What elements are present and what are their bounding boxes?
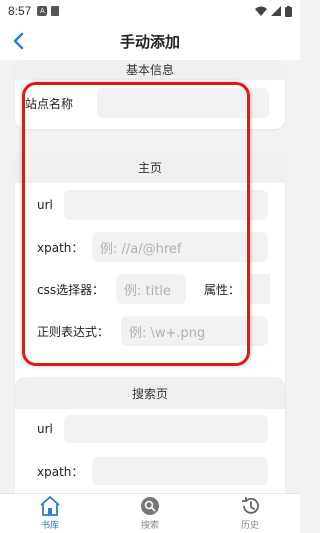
home-xpath-label: xpath： (37, 240, 84, 255)
search-page-header: 搜索页 (15, 377, 285, 409)
home-url-label: url (37, 198, 53, 212)
home-css-label: css选择器： (37, 282, 105, 297)
home-regex-placeholder: 例: \w+.png (129, 325, 206, 341)
nav-item-library[interactable]: 书库 (0, 494, 100, 533)
sim-card-icon (51, 6, 60, 16)
nav-label-search: 搜索 (140, 521, 159, 531)
site-name-label: 站点名称 (25, 96, 74, 111)
status-time: 8:57 (8, 4, 32, 18)
signal-icon (271, 6, 281, 16)
home-regex-input[interactable]: 例: \w+.png (121, 316, 268, 346)
wifi-icon (255, 6, 267, 16)
home-xpath-placeholder: 例: //a/@href (100, 241, 182, 257)
nav-label-library: 书库 (40, 521, 59, 531)
home-regex-label: 正则表达式： (37, 324, 110, 339)
home-icon (40, 496, 60, 516)
search-icon (141, 497, 159, 515)
basic-info-header: 基本信息 (15, 60, 285, 80)
form-content[interactable]: 基本信息 站点名称 主页 url xpath： 例: //a/@href css… (0, 60, 300, 493)
nav-item-search[interactable]: 搜索 (100, 494, 200, 533)
basic-info-card: 基本信息 站点名称 (15, 60, 285, 129)
status-bar: 8:57 A (0, 0, 300, 22)
page-title: 手动添加 (119, 32, 180, 51)
notification-a-icon: A (37, 6, 48, 16)
home-xpath-input[interactable]: 例: //a/@href (92, 232, 268, 262)
home-page-title: 主页 (137, 160, 162, 175)
site-name-input[interactable] (97, 88, 269, 118)
nav-item-history[interactable]: 历史 (200, 494, 300, 533)
search-page-title: 搜索页 (131, 386, 168, 401)
search-url-label: url (37, 422, 53, 436)
home-url-input[interactable] (64, 190, 268, 220)
history-icon (242, 497, 259, 514)
home-attr-label: 属性： (204, 282, 241, 297)
home-css-placeholder: 例: title (124, 283, 171, 299)
back-arrow-icon[interactable] (8, 30, 30, 52)
home-page-header: 主页 (15, 151, 285, 183)
search-url-input[interactable] (64, 415, 268, 443)
search-xpath-input[interactable] (92, 457, 268, 485)
nav-label-history: 历史 (240, 521, 259, 531)
search-xpath-label: xpath： (37, 464, 84, 479)
home-attr-input[interactable] (246, 274, 270, 304)
app-bar: 手动添加 (0, 22, 300, 60)
bottom-nav: 书库 搜索 历史 (0, 493, 300, 533)
basic-info-title: 基本信息 (125, 62, 174, 77)
home-css-input[interactable]: 例: title (116, 274, 186, 304)
battery-icon (285, 5, 292, 17)
search-page-card: 搜索页 url xpath： (15, 377, 285, 493)
